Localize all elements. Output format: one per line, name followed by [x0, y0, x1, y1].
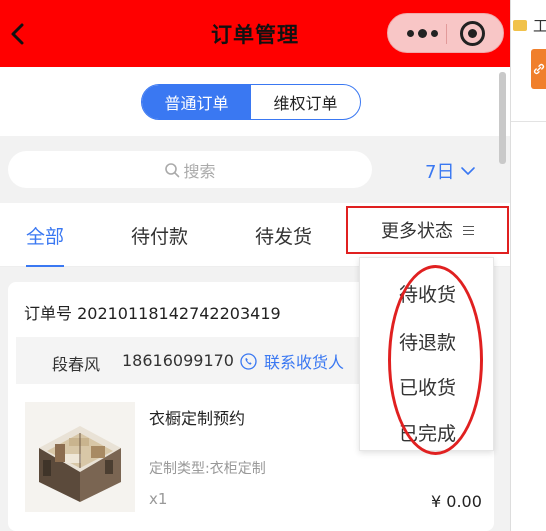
mini-program-capsule — [387, 13, 504, 53]
search-placeholder: 搜索 — [183, 161, 216, 181]
desktop-label: 工 — [533, 17, 546, 35]
capsule-divider — [446, 24, 447, 44]
menu-icon — [463, 225, 474, 235]
desktop-side-panel: 工 — [510, 0, 546, 531]
receiver-name: 段春风 — [52, 355, 101, 374]
receiver-phone: 18616099170 — [122, 351, 234, 370]
product-quantity: x1 — [149, 490, 168, 508]
tab-active-indicator — [26, 265, 64, 267]
nav-header: 订单管理 — [0, 0, 510, 67]
search-icon — [165, 162, 180, 177]
segment-rights-orders[interactable]: 维权订单 — [251, 85, 360, 119]
date-range-label: 7日 — [425, 162, 455, 183]
dropdown-item-to-refund[interactable]: 待退款 — [360, 328, 495, 355]
order-number: 订单号 20210118142742203419 — [24, 304, 281, 323]
tab-all[interactable]: 全部 — [26, 222, 64, 249]
contact-label: 联系收货人 — [264, 353, 345, 372]
contact-receiver-link[interactable]: 联系收货人 — [240, 349, 344, 373]
close-target-icon[interactable] — [460, 21, 485, 46]
product-type: 定制类型:衣柜定制 — [149, 461, 266, 477]
link-icon[interactable] — [531, 49, 546, 89]
search-input[interactable]: 搜索 — [8, 151, 372, 188]
phone-icon — [240, 352, 257, 370]
date-range-select[interactable]: 7日 — [425, 158, 476, 184]
product-name: 衣橱定制预约 — [149, 409, 246, 428]
chevron-down-icon — [461, 167, 476, 175]
search-area: 搜索 7日 — [0, 136, 510, 203]
segment-normal-orders[interactable]: 普通订单 — [142, 85, 251, 119]
segment-area: 普通订单 维权订单 — [0, 67, 510, 136]
product-price: ¥ 0.00 — [431, 492, 482, 511]
dropdown-item-completed[interactable]: 已完成 — [360, 419, 495, 446]
more-menu-icon[interactable] — [398, 14, 446, 52]
tab-more-status[interactable]: 更多状态 — [346, 206, 509, 254]
tab-unpaid[interactable]: 待付款 — [131, 222, 188, 249]
dropdown-item-to-receive[interactable]: 待收货 — [360, 280, 495, 307]
room-render-image — [25, 402, 135, 512]
order-type-segment: 普通订单 维权订单 — [141, 84, 361, 120]
desktop-toolbar: 工 — [511, 0, 546, 122]
product-image[interactable] — [25, 402, 135, 512]
dropdown-item-received[interactable]: 已收货 — [360, 373, 495, 400]
tab-unshipped[interactable]: 待发货 — [255, 222, 312, 249]
tab-more-label: 更多状态 — [381, 221, 453, 242]
more-status-dropdown: 待收货 待退款 已收货 已完成 — [359, 257, 494, 451]
scrollbar[interactable] — [499, 72, 506, 164]
phone-screen: 订单管理 普通订单 维权订单 搜索 7日 全部 待付款 待发货 更多状态 订单号… — [0, 0, 510, 531]
folder-icon — [513, 20, 527, 31]
